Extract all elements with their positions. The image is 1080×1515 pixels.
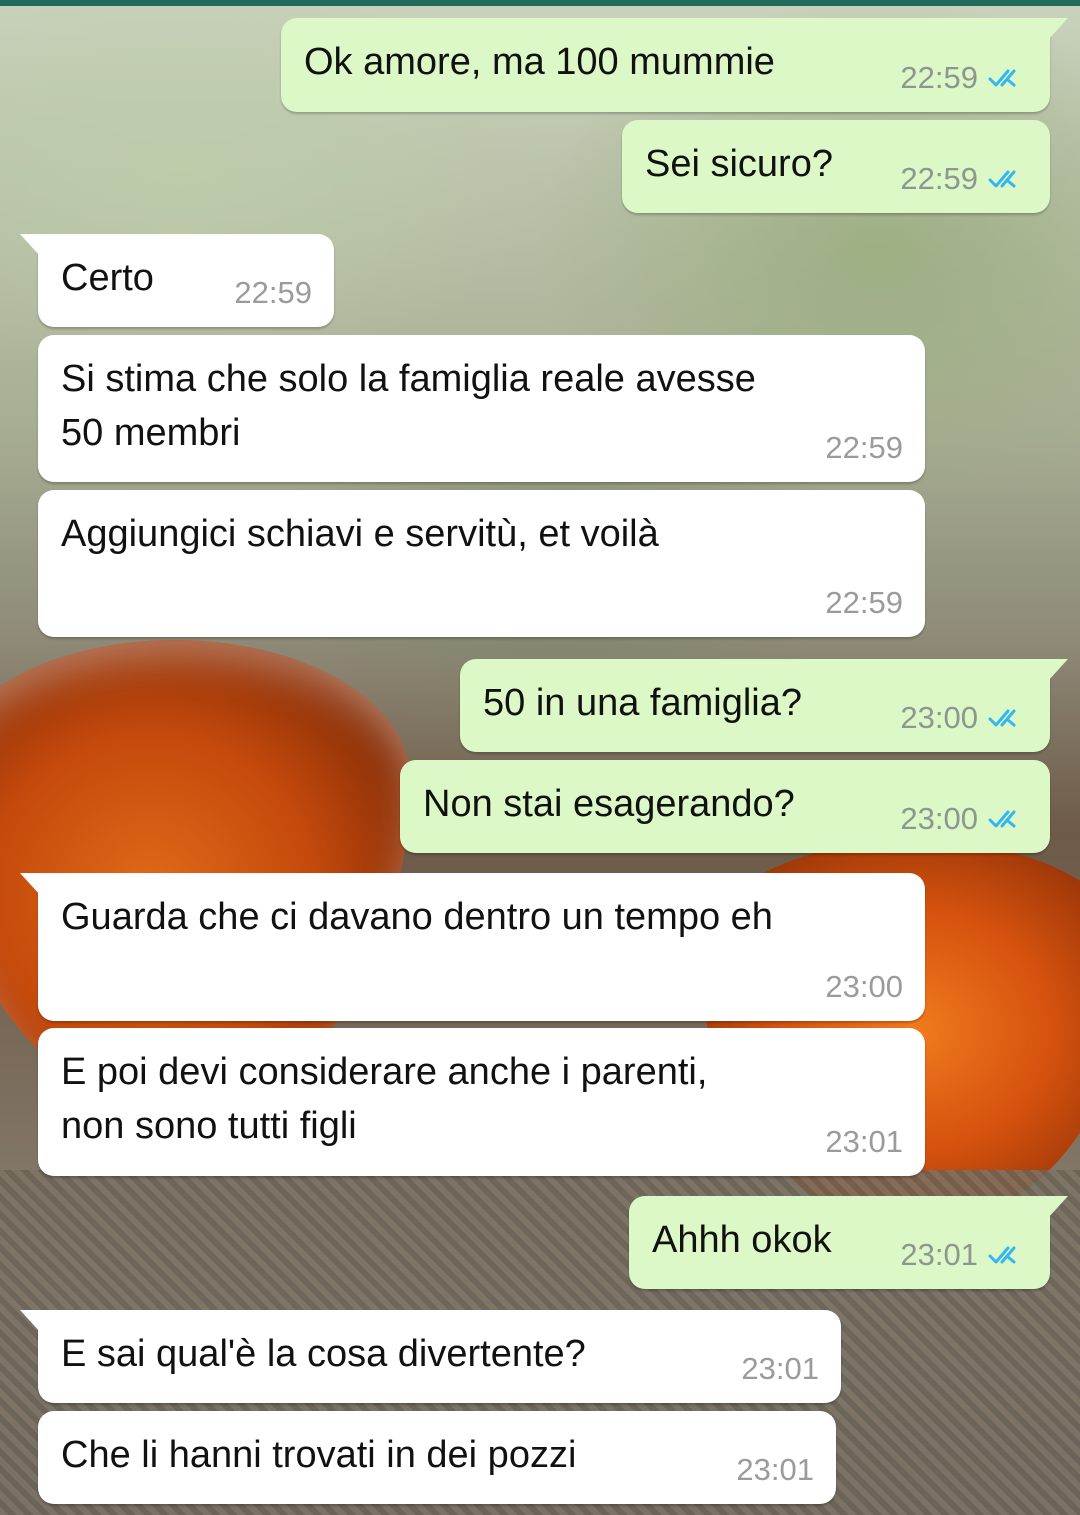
message-bubble-outgoing[interactable]: Ahhh okok 23:01 [629,1196,1068,1289]
double-check-icon [988,170,1016,188]
message-time: 23:01 [736,1452,814,1487]
message-bubble-incoming[interactable]: Si stima che solo la famiglia reale aves… [38,335,925,482]
message-text: 50 in una famiglia? [483,682,802,724]
message-meta: 23:01 [741,1349,819,1389]
message-meta: 22:59 [825,583,903,623]
message-time: 22:59 [825,585,903,620]
message-time: 22:59 [900,60,978,95]
message-meta: 23:00 [825,967,903,1007]
message-meta: 23:01 [736,1450,814,1490]
message-text: Si stima che solo la famiglia reale aves… [61,358,756,454]
message-text: Guarda che ci davano dentro un tempo eh [61,896,773,938]
message-bubble-incoming[interactable]: E poi devi considerare anche i parenti, … [38,1028,925,1176]
double-check-icon [988,69,1016,87]
message-text: Sei sicuro? [645,143,833,185]
message-text: Aggiungici schiavi e servitù, et voilà [61,513,659,555]
message-bubble-incoming[interactable]: Che li hanni trovati in dei pozzi 23:01 [38,1411,836,1504]
message-bubble-outgoing[interactable]: Ok amore, ma 100 mummie 22:59 [281,18,1068,112]
message-bubble-incoming[interactable]: Aggiungici schiavi e servitù, et voilà 2… [38,490,925,637]
message-time: 23:00 [825,969,903,1004]
message-bubble-outgoing[interactable]: Non stai esagerando? 23:00 [400,760,1050,853]
message-text: E sai qual'è la cosa divertente? [61,1333,586,1375]
message-text: Certo [61,257,154,299]
message-meta: 23:00 [900,698,1028,738]
message-text: Non stai esagerando? [423,783,795,825]
message-time: 23:00 [900,700,978,735]
message-time: 22:59 [234,275,312,310]
message-text: Ok amore, ma 100 mummie [304,41,775,83]
message-meta: 22:59 [234,273,312,313]
double-check-icon [988,1246,1016,1264]
top-bar-edge [0,0,1080,6]
message-time: 23:01 [825,1124,903,1159]
message-time: 23:01 [741,1351,819,1386]
message-bubble-incoming[interactable]: Certo 22:59 [20,234,334,327]
message-meta: 23:00 [900,799,1028,839]
message-bubble-incoming[interactable]: E sai qual'è la cosa divertente? 23:01 [20,1310,841,1403]
message-text: E poi devi considerare anche i parenti, … [61,1051,708,1147]
message-meta: 22:59 [900,159,1028,199]
message-time: 23:00 [900,801,978,836]
message-time: 23:01 [900,1237,978,1272]
message-meta: 23:01 [825,1122,903,1162]
message-meta: 22:59 [825,428,903,468]
message-text: Che li hanni trovati in dei pozzi [61,1434,577,1476]
message-time: 22:59 [825,430,903,465]
message-bubble-outgoing[interactable]: Sei sicuro? 22:59 [622,120,1050,213]
message-meta: 22:59 [900,58,1028,98]
message-text: Ahhh okok [652,1219,832,1261]
message-bubble-outgoing[interactable]: 50 in una famiglia? 23:00 [460,659,1068,752]
message-bubble-incoming[interactable]: Guarda che ci davano dentro un tempo eh … [20,873,925,1021]
double-check-icon [988,709,1016,727]
double-check-icon [988,810,1016,828]
message-meta: 23:01 [900,1235,1028,1275]
message-time: 22:59 [900,161,978,196]
